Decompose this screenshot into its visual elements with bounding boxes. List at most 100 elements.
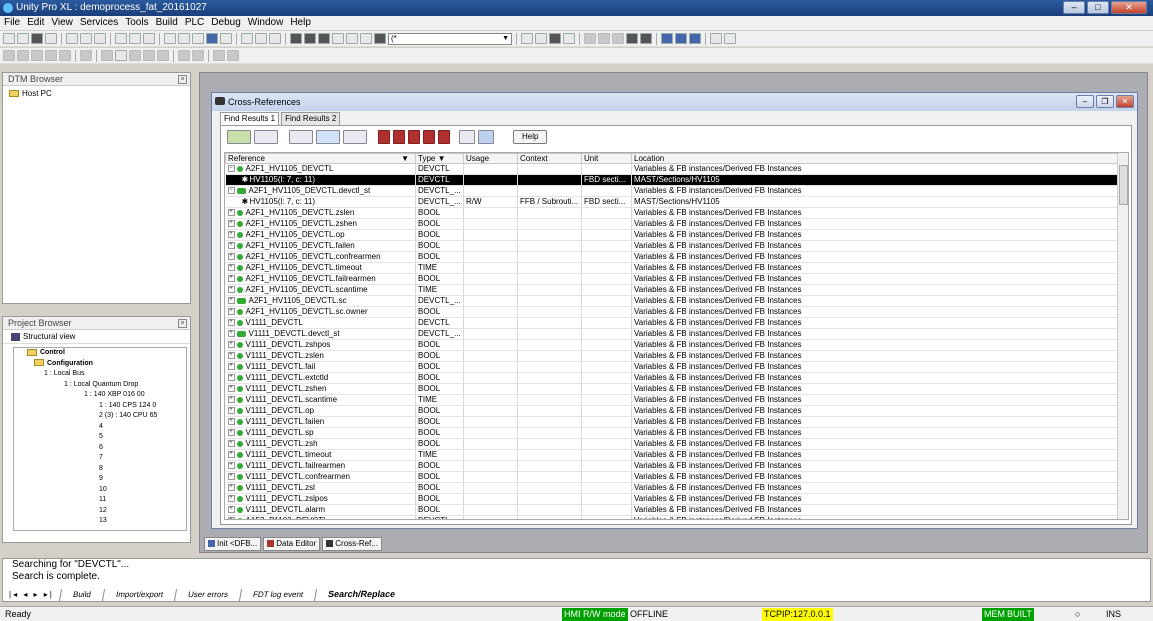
column-unit[interactable]: Unit [581,153,632,164]
step-out-icon[interactable] [612,33,624,44]
tab-build[interactable]: Build [58,589,104,601]
menu-build[interactable]: Build [156,16,178,30]
table-row[interactable]: + A2F1_HV1105_DEVCTL.scantime TIME Variable… [225,284,1119,296]
last-icon[interactable] [438,130,450,144]
tab-search-replace[interactable]: Search/Replace [313,589,409,601]
doc-tab-cross-ref[interactable]: Cross-Ref... [322,537,382,551]
tree-item-quantum-drop[interactable]: 1 : Local Quantum Drop [14,380,186,391]
cr-restore-button[interactable]: ❐ [1096,95,1114,108]
table-row[interactable]: + V1111_DEVCTL DEVCTL Variables & FB instan… [225,317,1119,329]
vertical-scrollbar[interactable] [1117,153,1128,519]
menu-debug[interactable]: Debug [211,16,240,30]
table-row[interactable]: + A2F1_HV1105_DEVCTL.timeout TIME Variables… [225,262,1119,274]
table-row[interactable]: ✱HV1105(l: 7, c: 11) DEVCTL_... R/W FFB / S… [225,196,1119,208]
find-icon[interactable] [346,33,358,44]
open-file-icon[interactable] [17,33,29,44]
table-row[interactable]: + A2F1_HV1105_DEVCTL.zshen BOOL Variables &… [225,218,1119,230]
column-reference[interactable]: Reference ▼ [225,153,416,164]
menu-edit[interactable]: Edit [27,16,44,30]
font-size-icon[interactable] [227,50,239,61]
zoom-in-icon[interactable] [521,33,533,44]
table-row[interactable]: + A2F1_HV1105_DEVCTL.failrearmen BOOL Varia… [225,273,1119,285]
tree-view-icon[interactable] [227,130,251,144]
table-row[interactable]: + V1111_DEVCTL.zshpos BOOL Variables & FB i… [225,339,1119,351]
search-combo[interactable]: (* [388,32,512,45]
expand-icon[interactable]: + [227,275,235,283]
table-row[interactable]: + A2F1_HV1105_DEVCTL.sc.owner BOOL Variable… [225,306,1119,318]
menu-window[interactable]: Window [248,16,284,30]
tree-item-slot-13[interactable]: 13 [14,516,186,527]
menu-file[interactable]: File [4,16,20,30]
align-right-icon[interactable] [343,130,367,144]
help-icon[interactable] [710,33,722,44]
menu-tools[interactable]: Tools [125,16,148,30]
collapse-icon[interactable]: − [227,165,235,173]
print-icon[interactable] [45,33,57,44]
zoom-out-icon[interactable] [535,33,547,44]
expand-icon[interactable]: + [227,451,235,459]
format-icon[interactable] [3,50,15,61]
expand-icon[interactable]: + [227,517,235,519]
tree-item-slot-12[interactable]: 12 [14,506,186,517]
doc-tab-data-editor[interactable]: Data Editor [263,537,321,551]
copy-results-icon[interactable] [478,130,494,144]
expand-icon[interactable]: + [227,473,235,481]
first-icon[interactable] [378,130,390,144]
tab-find-results-2[interactable]: Find Results 2 [281,112,341,125]
table-row[interactable]: + V1111_DEVCTL.zsh BOOL Variables & FB inst… [225,438,1119,450]
expand-icon[interactable]: + [227,297,235,305]
cut-icon[interactable] [80,33,92,44]
animation-icon[interactable] [269,33,281,44]
table-row[interactable]: + A2F1_HV1105_DEVCTL.failen BOOL Variables … [225,240,1119,252]
close-icon[interactable]: × [178,75,187,84]
editor-icon[interactable] [332,33,344,44]
expand-icon[interactable]: + [227,352,235,360]
indent-icon[interactable] [31,50,43,61]
analyze-icon[interactable] [164,33,176,44]
rebuild-all-icon[interactable] [192,33,204,44]
contact-icon[interactable] [129,50,141,61]
tile-icon[interactable] [304,33,316,44]
expand-icon[interactable]: + [227,363,235,371]
structural-view-tab[interactable]: Structural view [3,330,190,344]
redo-icon[interactable] [129,33,141,44]
expand-icon[interactable]: + [227,396,235,404]
screen-icon[interactable] [549,33,561,44]
watch-icon[interactable] [255,33,267,44]
tree-item-slot-6[interactable]: 6 [14,443,186,454]
step-icon[interactable] [584,33,596,44]
coil-icon[interactable] [143,50,155,61]
table-row[interactable]: + A2F1_HV1105_DEVCTL.sc DEVCTL_... Variable… [225,295,1119,307]
expand-icon[interactable]: + [227,242,235,250]
context-help-icon[interactable] [724,33,736,44]
minimize-button[interactable]: – [1063,1,1085,14]
table-row[interactable]: + A2F1_HV1105_DEVCTL.confrearmen BOOL Varia… [225,251,1119,263]
outdent-icon[interactable] [45,50,57,61]
table-row[interactable]: − A2F1_HV1105_DEVCTL.devctl_st DEVCTL_... V… [225,185,1119,197]
fit-icon[interactable] [192,50,204,61]
build-changes-icon[interactable] [178,33,190,44]
table-row[interactable]: + V1111_DEVCTL.scantime TIME Variables & FB… [225,394,1119,406]
validate-icon[interactable] [143,33,155,44]
previous-icon[interactable] [393,130,405,144]
align-icon[interactable] [17,50,29,61]
tree-item-slot-7[interactable]: 7 [14,453,186,464]
table-row[interactable]: + V1111_DEVCTL.alarm BOOL Variables & FB in… [225,504,1119,516]
help-button[interactable]: Help [513,130,548,144]
save-icon[interactable] [31,33,43,44]
list-view-icon[interactable] [661,33,673,44]
close-button[interactable]: ✕ [1111,1,1147,14]
expand-icon[interactable]: + [227,253,235,261]
menu-services[interactable]: Services [80,16,118,30]
column-type[interactable]: Type ▼ [415,153,464,164]
tab-user-errors[interactable]: User errors [173,589,241,601]
find-next-icon[interactable] [360,33,372,44]
dtm-tree-item[interactable]: Host PC [3,86,190,101]
table-row[interactable]: + V1111_DEVCTL.zsl BOOL Variables & FB inst… [225,482,1119,494]
tree-item-configuration[interactable]: Configuration [14,359,186,370]
table-row[interactable]: + V1111_DEVCTL.confrearmen BOOL Variables &… [225,471,1119,483]
expand-icon[interactable]: + [227,308,235,316]
wire-icon[interactable] [157,50,169,61]
debug-icon[interactable] [241,33,253,44]
expand-icon[interactable]: + [227,418,235,426]
